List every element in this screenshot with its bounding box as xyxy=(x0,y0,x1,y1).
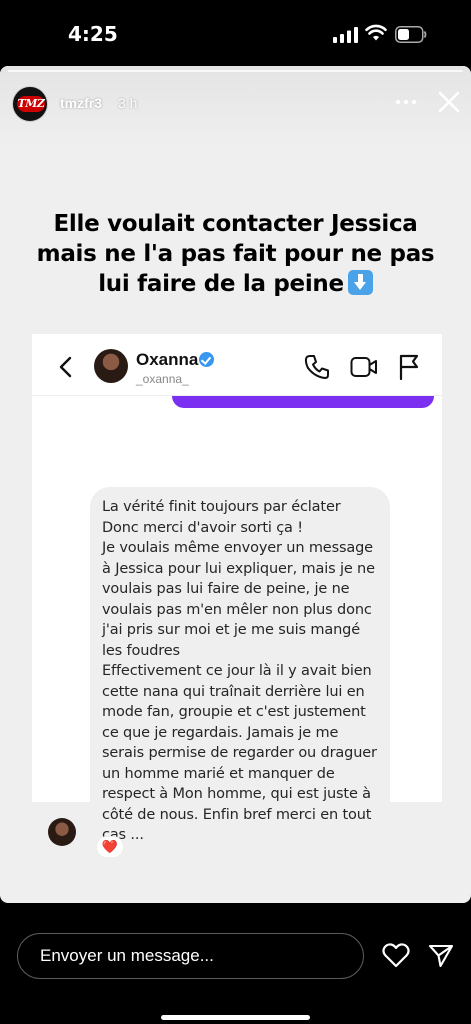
story-caption: Elle voulait contacter Jessica mais ne l… xyxy=(26,209,445,299)
story-progress-bar xyxy=(8,70,463,72)
back-chevron-icon xyxy=(59,356,72,378)
message-line: Donc merci d'avoir sorti ça ! xyxy=(102,519,303,536)
down-arrow-emoji-icon xyxy=(347,270,373,295)
video-call-icon xyxy=(350,357,377,377)
received-message-bubble: La vérité finit toujours par éclater Don… xyxy=(90,487,390,847)
tmz-logo: TMZ xyxy=(17,96,45,112)
home-indicator[interactable] xyxy=(161,1015,310,1020)
heart-icon[interactable] xyxy=(382,942,410,968)
message-line: Effectivement ce jour là il y avait bien… xyxy=(102,663,377,843)
dm-contact-avatar xyxy=(94,349,128,383)
story-reply-bar: Envoyer un message... xyxy=(0,903,471,1024)
send-icon[interactable] xyxy=(428,943,454,969)
verified-badge-icon xyxy=(199,352,214,367)
dm-contact-name: Oxanna xyxy=(136,350,199,369)
status-time: 4:25 xyxy=(68,22,118,46)
battery-icon xyxy=(395,26,427,43)
story-viewer[interactable]: TMZ tmzfr3 3 h Elle voulait contacter Je… xyxy=(0,66,471,903)
close-icon[interactable] xyxy=(437,90,461,114)
dm-header: Oxanna _oxanna_ xyxy=(32,334,442,396)
message-line: Je voulais même envoyer un message à Jes… xyxy=(102,540,375,659)
story-caption-text: Elle voulait contacter Jessica mais ne l… xyxy=(36,211,435,297)
profile-avatar[interactable]: TMZ xyxy=(12,86,48,122)
dm-screenshot: Oxanna _oxanna_ La vérité finit toujours… xyxy=(32,334,442,858)
heart-reaction-icon: ❤️ xyxy=(96,836,124,858)
story-username[interactable]: tmzfr3 xyxy=(60,95,102,111)
wifi-icon xyxy=(365,24,387,41)
sender-avatar xyxy=(48,818,76,846)
message-line: La vérité finit toujours par éclater xyxy=(102,499,341,515)
phone-call-icon xyxy=(304,355,329,379)
status-bar: 4:25 xyxy=(0,0,471,66)
send-message-input[interactable]: Envoyer un message... xyxy=(17,933,364,979)
dm-contact-handle: _oxanna_ xyxy=(136,372,189,386)
flag-icon xyxy=(399,354,419,380)
cellular-signal-icon xyxy=(333,27,358,43)
story-time-ago: 3 h xyxy=(118,95,138,111)
sent-message-bubble xyxy=(172,396,434,408)
more-options-icon[interactable] xyxy=(392,92,420,112)
